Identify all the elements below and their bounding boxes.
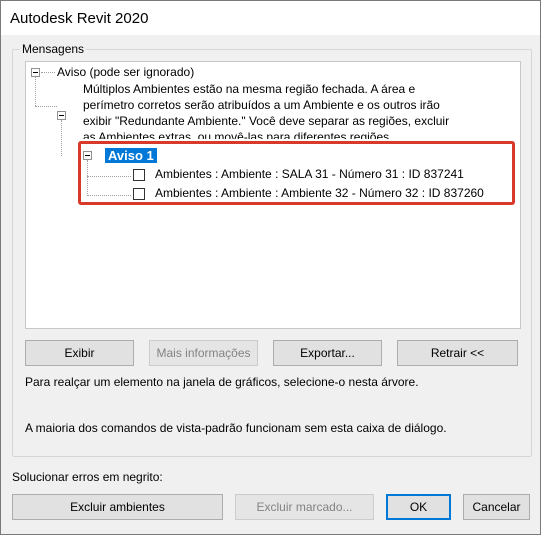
messages-group-label: Mensagens	[20, 42, 87, 56]
collapse-description-icon[interactable]	[57, 111, 66, 120]
resolve-errors-label: Solucionar erros em negrito:	[12, 470, 163, 484]
description-line[interactable]: Múltiplos Ambientes estão na mesma regiã…	[83, 82, 415, 97]
title-bar[interactable]: Autodesk Revit 2020	[1, 1, 540, 35]
tree-connector	[35, 76, 36, 106]
commands-hint-text: A maioria dos comandos de vista-padrão f…	[25, 421, 447, 435]
annotation-highlight-box	[78, 141, 515, 205]
show-button[interactable]: Exibir	[25, 340, 134, 366]
export-button[interactable]: Exportar...	[273, 340, 382, 366]
collapse-button[interactable]: Retrair <<	[397, 340, 518, 366]
highlight-hint-text: Para realçar um elemento na janela de gr…	[25, 375, 419, 389]
window-title: Autodesk Revit 2020	[10, 10, 149, 27]
delete-checked-button[interactable]: Excluir marcado...	[235, 494, 374, 520]
tree-connector	[35, 106, 57, 107]
tree-connector	[61, 120, 62, 156]
delete-rooms-button[interactable]: Excluir ambientes	[12, 494, 223, 520]
revit-warning-dialog: Autodesk Revit 2020 Mensagens Aviso (pod…	[0, 0, 541, 535]
description-line[interactable]: perímetro corretos serão atribuídos a um…	[83, 98, 440, 113]
tree-connector	[41, 72, 55, 73]
collapse-root-icon[interactable]	[31, 68, 40, 77]
more-info-button[interactable]: Mais informações	[149, 340, 258, 366]
tree-root-label[interactable]: Aviso (pode ser ignorado)	[57, 65, 194, 80]
description-line[interactable]: as Ambientes extras, ou movê-las para di…	[83, 130, 393, 139]
description-line[interactable]: exibir "Redundante Ambiente." Você deve …	[83, 114, 449, 129]
ok-button[interactable]: OK	[386, 494, 451, 520]
cancel-button[interactable]: Cancelar	[463, 494, 530, 520]
